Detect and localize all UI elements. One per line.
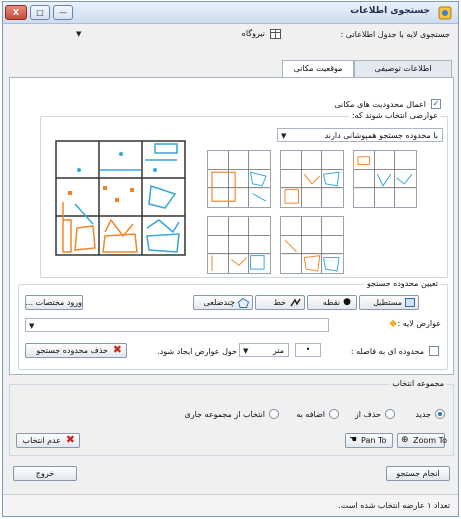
zoom-to-button[interactable]: ⊕ Zoom To [397, 433, 447, 448]
search-area-group: تعیین محدوده جستجو مستطیل ● نقطه خط چندض… [18, 279, 448, 370]
relation-thumbnail[interactable] [280, 150, 344, 208]
tab-spatial[interactable]: موقعیت مکانی [282, 60, 354, 78]
status-bar: تعداد ۱ عارضه انتخاب شده است. [3, 494, 458, 516]
apply-constraints-checkbox[interactable]: ✓ [431, 99, 441, 109]
relation-group: عوارضی انتخاب شوند که: ▼ با محدوده جستجو… [40, 111, 448, 278]
radio-new[interactable] [435, 409, 445, 419]
radio-select-from-current[interactable] [269, 409, 279, 419]
title-bar: X □ — جستجوی اطلاعات [3, 2, 458, 24]
tab-descriptive[interactable]: اطلاعات توصیفی [354, 60, 452, 77]
pan-hand-icon: ☚ [349, 435, 358, 445]
relation-thumbnail[interactable] [280, 216, 344, 274]
delete-x-icon: ✖ [112, 343, 122, 356]
rectangle-icon [405, 298, 415, 307]
pan-to-button[interactable]: ☚ Pan To [345, 433, 393, 448]
run-search-button[interactable]: انجام جستجو [386, 466, 450, 481]
polygon-icon [238, 298, 249, 308]
close-button[interactable]: X [5, 5, 27, 20]
enter-coordinates-button[interactable]: ورود مختصات ... [25, 295, 83, 310]
search-area-label: تعیین محدوده جستجو [363, 279, 441, 288]
search-layer-combo[interactable]: ▼ نیروگاه [73, 27, 285, 41]
exit-button[interactable]: خروج [13, 466, 77, 481]
layer-features-label: عوارض لایه : [397, 319, 441, 328]
rectangle-button[interactable]: مستطیل [359, 295, 419, 310]
chevron-down-icon: ▼ [243, 347, 249, 355]
diamond-icon: ◆ [389, 318, 397, 329]
relation-value: با محدوده جستجو همپوشانی دارند [324, 131, 438, 140]
selection-set-label: مجموعه انتخاب [389, 379, 447, 388]
radio-add-to[interactable] [329, 409, 339, 419]
features-selected-label: عوارضی انتخاب شوند که: [348, 111, 441, 120]
buffer-distance-input[interactable]: • [295, 343, 321, 357]
apply-constraints-label: اعمال محدودیت های مکانی [334, 100, 426, 109]
chevron-down-icon: ▼ [281, 132, 287, 140]
status-text: تعداد ۱ عارضه انتخاب شده است. [338, 501, 450, 510]
relation-thumbnail[interactable] [353, 150, 417, 208]
app-icon [438, 6, 452, 20]
spatial-panel: ✓ اعمال محدودیت های مکانی عوارضی انتخاب … [9, 77, 454, 375]
relation-thumbnail[interactable] [207, 150, 271, 208]
chevron-down-icon: ▼ [29, 322, 35, 330]
layer-table-icon [270, 29, 281, 39]
search-window: X □ — جستجوی اطلاعات جستجوی لایه یا جدول… [2, 1, 459, 517]
delete-x-icon: ✖ [65, 433, 75, 446]
window-title: جستجوی اطلاعات [350, 6, 430, 16]
minimize-button[interactable]: — [53, 5, 73, 20]
line-icon [290, 298, 301, 307]
radio-remove-from-label: حذف از [354, 410, 381, 419]
radio-new-label: جدید [415, 410, 431, 419]
radio-select-from-current-label: انتخاب از مجموعه جاری [184, 410, 266, 419]
search-layer-label: جستجوی لایه یا جدول اطلاعاتی : [340, 30, 451, 39]
layer-features-combo[interactable]: ▼ [25, 318, 329, 332]
point-icon: ● [343, 297, 351, 307]
buffer-label: محدوده ای به فاصله : [350, 347, 424, 356]
zoom-magnifier-icon: ⊕ [401, 435, 409, 445]
buffer-unit-combo[interactable]: ▼ متر [239, 343, 289, 357]
search-layer-value: نیروگاه [241, 29, 265, 38]
polygon-button[interactable]: چندضلعی [193, 295, 253, 310]
radio-add-to-label: اضافه به [296, 410, 325, 419]
spatial-relation-illustration [55, 140, 186, 256]
radio-remove-from[interactable] [385, 409, 395, 419]
chevron-down-icon: ▼ [76, 30, 82, 38]
maximize-button[interactable]: □ [30, 5, 50, 20]
line-button[interactable]: خط [255, 295, 305, 310]
buffer-checkbox[interactable] [429, 346, 439, 356]
buffer-suffix: حول عوارض ایجاد شود. [157, 347, 237, 356]
point-button[interactable]: ● نقطه [307, 295, 357, 310]
relation-combo[interactable]: ▼ با محدوده جستجو همپوشانی دارند [277, 128, 443, 142]
delete-search-area-button[interactable]: ✖ حذف محدوده جستجو [25, 343, 127, 358]
selection-set-group: مجموعه انتخاب جدید حذف از اضافه به انتخا… [9, 379, 454, 456]
relation-thumbnail[interactable] [207, 216, 271, 274]
deselect-button[interactable]: ✖ عدم انتخاب [16, 433, 80, 448]
